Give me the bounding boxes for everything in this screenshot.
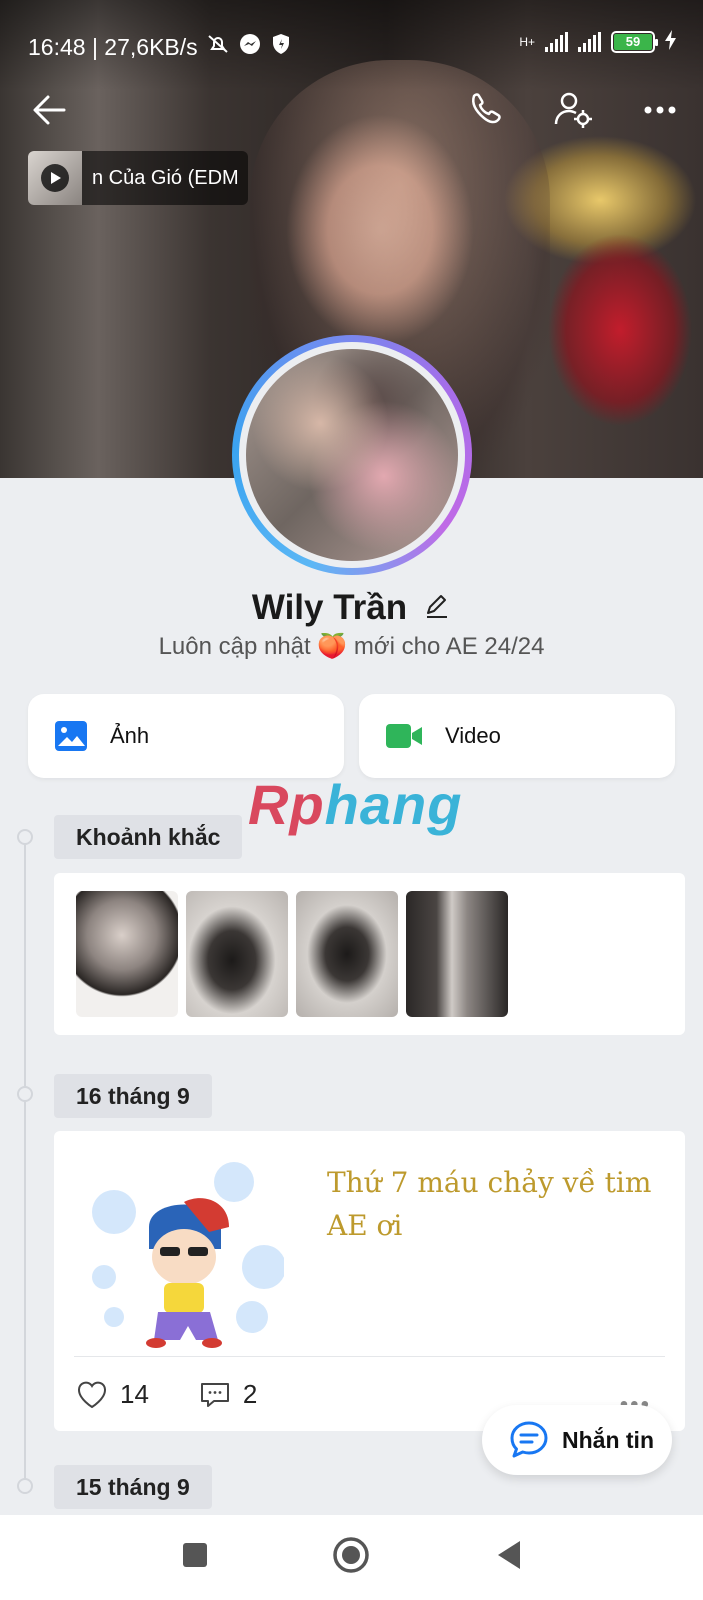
status-left: 16:48 | 27,6KB/s — [28, 32, 292, 62]
recent-apps-button[interactable] — [175, 1535, 215, 1575]
profile-settings-button[interactable] — [552, 88, 596, 132]
messenger-icon — [238, 32, 262, 62]
heart-icon — [78, 1381, 106, 1408]
status-time-speed: 16:48 | 27,6KB/s — [28, 33, 198, 60]
music-thumbnail — [28, 151, 82, 205]
like-button[interactable]: 14 — [76, 1379, 149, 1410]
triangle-back-icon — [498, 1541, 520, 1569]
status-right: H+ 59 — [519, 30, 677, 53]
circle-home-icon — [333, 1537, 369, 1573]
timeline-dot — [17, 1478, 33, 1494]
system-nav-bar — [0, 1515, 703, 1600]
more-dots-icon — [644, 106, 676, 114]
charging-icon — [665, 30, 677, 53]
profile-name-row: Wily Trần — [0, 588, 703, 628]
music-title: n Của Gió (EDM — [92, 166, 239, 189]
video-camera-icon — [386, 724, 422, 748]
sticker-image — [92, 1162, 284, 1348]
mute-icon — [206, 32, 230, 62]
image-icon — [55, 721, 87, 751]
back-button[interactable] — [28, 88, 72, 132]
profile-music-chip[interactable]: n Của Gió (EDM — [28, 151, 248, 205]
play-icon[interactable] — [41, 164, 69, 192]
post-divider — [74, 1356, 665, 1357]
battery-icon: 59 — [611, 30, 658, 53]
call-button[interactable] — [464, 88, 508, 132]
shield-icon — [270, 32, 292, 62]
signal-icon — [545, 31, 568, 52]
photos-button[interactable]: Ảnh — [28, 694, 344, 778]
edit-pencil-icon[interactable] — [423, 592, 451, 625]
like-count: 14 — [120, 1379, 149, 1409]
moment-thumbnail[interactable] — [186, 891, 288, 1017]
profile-name: Wily Trần — [251, 588, 408, 627]
status-bar: 16:48 | 27,6KB/s H+ 59 — [0, 0, 703, 90]
moment-thumbnail[interactable] — [406, 891, 508, 1017]
video-label: Video — [445, 723, 501, 748]
signal-icon-2 — [578, 31, 601, 52]
moment-thumbnail[interactable] — [296, 891, 398, 1017]
comment-icon — [200, 1382, 229, 1407]
comment-count: 2 — [242, 1379, 258, 1409]
arrow-left-icon — [33, 95, 66, 125]
watermark-logo: Rphang — [248, 772, 462, 837]
post-card[interactable]: Thứ 7 máu chảy về tim AE ơi 14 2 ••• — [54, 1131, 685, 1431]
network-type: H+ — [519, 34, 535, 49]
message-label: Nhắn tin — [562, 1426, 654, 1453]
comment-button[interactable]: 2 — [199, 1379, 257, 1410]
moments-card — [54, 873, 685, 1035]
home-button[interactable] — [331, 1535, 371, 1575]
user-settings-icon — [554, 92, 592, 128]
date-label-1: 16 tháng 9 — [54, 1074, 212, 1118]
square-icon — [183, 1543, 207, 1567]
more-options-button[interactable] — [638, 88, 682, 132]
phone-icon — [472, 93, 501, 124]
post-actions: 14 2 — [76, 1379, 307, 1410]
moment-thumbnail[interactable] — [76, 891, 178, 1017]
watermark-part2: hang — [324, 773, 463, 836]
date-label-2: 15 tháng 9 — [54, 1465, 212, 1509]
battery-level: 59 — [614, 33, 652, 50]
chat-bubble-icon — [510, 1421, 548, 1458]
timeline-line — [24, 835, 26, 1485]
watermark-part1: Rp — [248, 773, 325, 836]
post-text: Thứ 7 máu chảy về tim AE ơi — [327, 1166, 652, 1242]
timeline-dot — [17, 1086, 33, 1102]
avatar-frame — [239, 342, 465, 568]
avatar — [246, 349, 458, 561]
back-nav-button[interactable] — [490, 1535, 530, 1575]
timeline-dot — [17, 829, 33, 845]
profile-bio: Luôn cập nhật 🍑 mới cho AE 24/24 — [158, 633, 545, 660]
message-button[interactable]: Nhắn tin — [482, 1405, 672, 1475]
photos-label: Ảnh — [110, 723, 150, 748]
avatar-ring[interactable] — [232, 335, 472, 575]
video-button[interactable]: Video — [359, 694, 675, 778]
moments-label: Khoảnh khắc — [54, 815, 243, 859]
